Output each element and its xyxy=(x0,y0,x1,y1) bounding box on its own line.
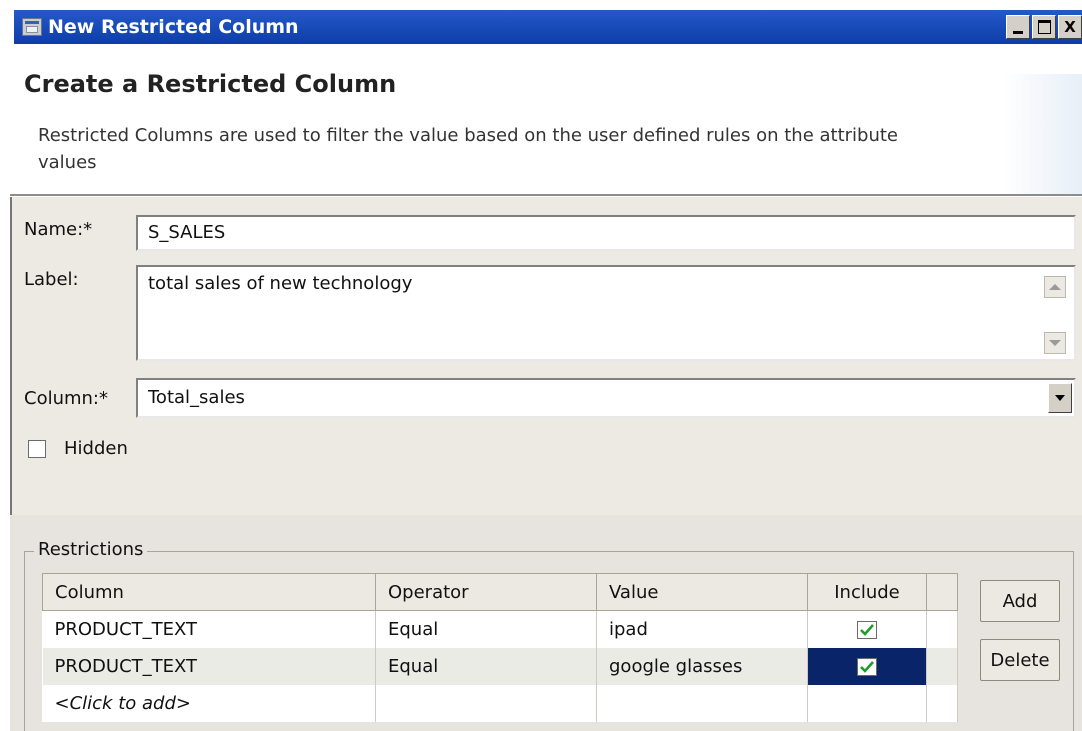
row-include-cell-selected[interactable] xyxy=(807,648,927,685)
include-checkbox[interactable] xyxy=(857,621,877,639)
window-controls: X xyxy=(1006,15,1082,39)
window-title: New Restricted Column xyxy=(48,16,299,38)
row-value-cell[interactable]: ipad xyxy=(596,610,808,648)
include-checkbox[interactable] xyxy=(857,658,877,676)
window-app-icon xyxy=(22,18,42,36)
row-operator-cell[interactable]: Equal xyxy=(375,648,597,685)
close-button[interactable]: X xyxy=(1058,15,1082,39)
minimize-button[interactable] xyxy=(1006,15,1030,39)
maximize-icon xyxy=(1037,20,1051,34)
table-row[interactable]: PRODUCT_TEXT Equal google glasses xyxy=(42,648,958,685)
checkmark-icon xyxy=(860,661,874,673)
row-value-cell[interactable]: google glasses xyxy=(596,648,808,685)
page-description: Restricted Columns are used to filter th… xyxy=(38,125,899,173)
delete-button[interactable]: Delete xyxy=(980,639,1060,681)
page-title: Create a Restricted Column xyxy=(24,70,397,98)
column-dropdown[interactable]: Total_sales xyxy=(136,378,1076,418)
row-operator-cell[interactable]: Equal xyxy=(375,610,597,648)
header-decoration xyxy=(1002,74,1082,194)
close-icon: X xyxy=(1064,18,1076,36)
add-row-include-cell[interactable] xyxy=(807,685,927,722)
table-header-row: Column Operator Value Include xyxy=(42,573,958,611)
spacer-header xyxy=(926,573,958,611)
scroll-down-button[interactable] xyxy=(1044,332,1066,354)
column-dropdown-button[interactable] xyxy=(1048,383,1072,413)
add-row-operator-cell[interactable] xyxy=(375,685,597,722)
operator-header[interactable]: Operator xyxy=(375,573,597,611)
column-label: Column:* xyxy=(24,388,108,409)
maximize-button[interactable] xyxy=(1032,15,1056,39)
add-button[interactable]: Add xyxy=(980,580,1060,622)
scroll-up-button[interactable] xyxy=(1044,276,1066,298)
row-spacer-cell xyxy=(926,610,958,648)
name-label: Name:* xyxy=(24,219,93,240)
label-text: total sales of new technology xyxy=(148,273,413,294)
scroll-down-icon xyxy=(1049,340,1061,346)
label-label: Label: xyxy=(24,269,79,290)
column-selected-value: Total_sales xyxy=(148,387,245,408)
add-row[interactable]: <Click to add> xyxy=(42,685,958,722)
restrictions-table: Column Operator Value Include PRODUCT_TE… xyxy=(42,573,958,722)
scroll-up-icon xyxy=(1049,284,1061,290)
add-row-placeholder[interactable]: <Click to add> xyxy=(42,685,376,722)
row-column-cell[interactable]: PRODUCT_TEXT xyxy=(42,648,376,685)
row-spacer-cell xyxy=(926,648,958,685)
table-row[interactable]: PRODUCT_TEXT Equal ipad xyxy=(42,610,958,648)
restrictions-legend: Restrictions xyxy=(34,539,148,560)
add-row-value-cell[interactable] xyxy=(596,685,808,722)
hidden-checkbox[interactable] xyxy=(28,440,46,458)
value-header[interactable]: Value xyxy=(596,573,808,611)
checkmark-icon xyxy=(860,624,874,636)
name-field[interactable]: S_SALES xyxy=(136,215,1076,251)
column-header[interactable]: Column xyxy=(42,573,376,611)
wizard-header: Create a Restricted Column Restricted Co… xyxy=(14,44,1082,194)
title-bar[interactable]: New Restricted Column X xyxy=(14,10,1082,44)
row-column-cell[interactable]: PRODUCT_TEXT xyxy=(42,610,376,648)
include-header[interactable]: Include xyxy=(807,573,927,611)
hidden-label: Hidden xyxy=(64,438,128,459)
label-textarea[interactable]: total sales of new technology xyxy=(136,265,1076,361)
minimize-icon xyxy=(1013,30,1023,34)
add-row-spacer-cell xyxy=(926,685,958,722)
row-include-cell[interactable] xyxy=(807,610,927,648)
dropdown-arrow-icon xyxy=(1055,395,1065,401)
header-divider xyxy=(10,194,1082,196)
